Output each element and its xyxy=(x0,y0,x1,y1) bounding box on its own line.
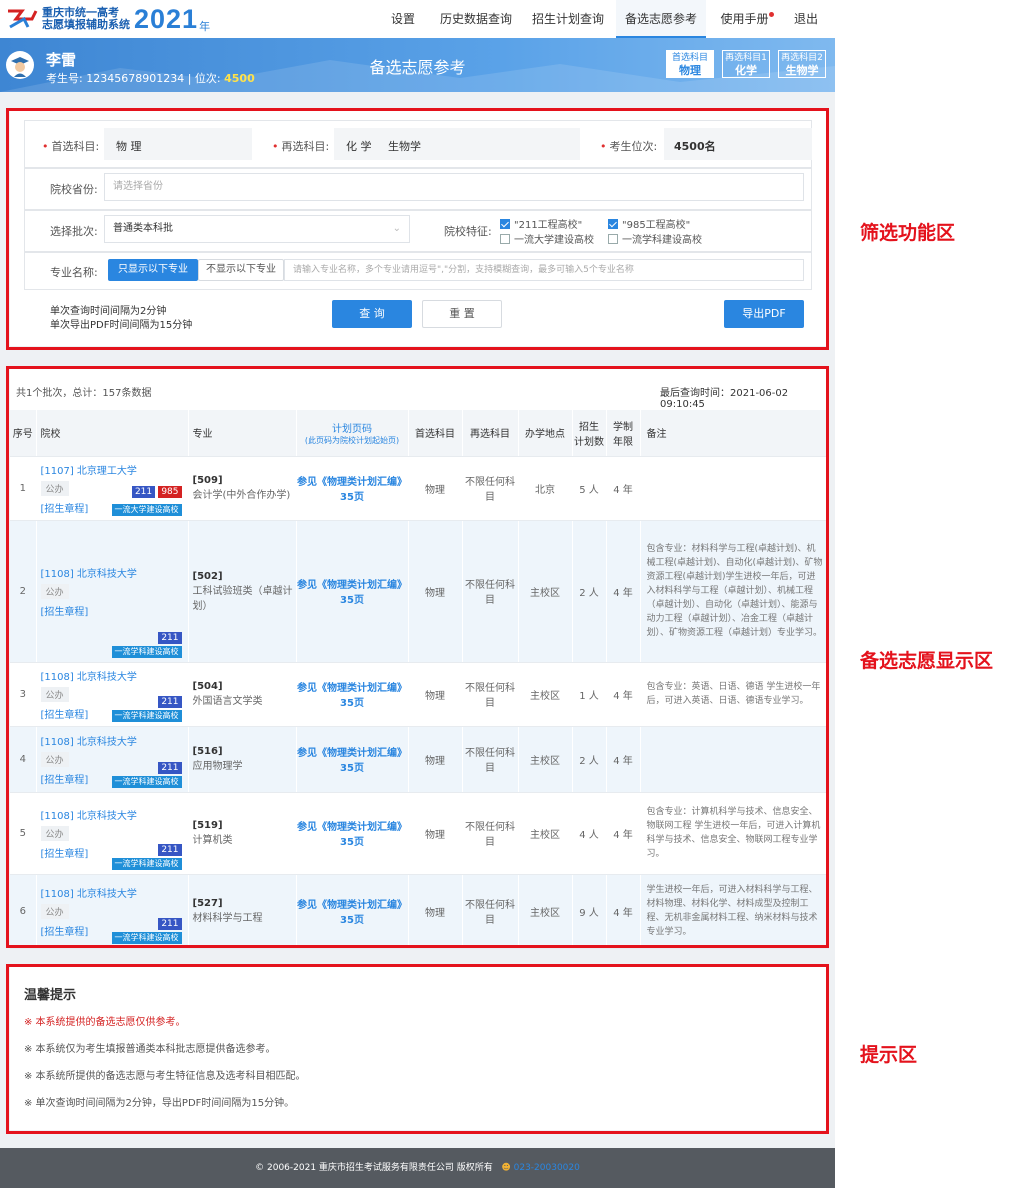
subject-box-value: 生物学 xyxy=(785,64,819,77)
logo-year-suffix: 年 xyxy=(199,20,211,33)
subject-box-first: 首选科目 物理 xyxy=(666,50,714,78)
nav-logout[interactable]: 退出 xyxy=(788,0,824,38)
top-nav-bar: 重庆市统一高考 志愿填报辅助系统 2021 年 设置 历史数据查询 招生计划查询 … xyxy=(0,0,835,38)
subject-box-title: 首选科目 xyxy=(671,53,708,63)
copyright: © 2006-2021 重庆市招生考试服务有限责任公司 版权所有 xyxy=(255,1163,493,1173)
system-logo[interactable]: 重庆市统一高考 志愿填报辅助系统 2021 年 xyxy=(6,4,210,34)
annotation-tips: 提示区 xyxy=(860,1044,918,1066)
subject-box-second2: 再选科目2 生物学 xyxy=(778,50,826,78)
footer: © 2006-2021 重庆市招生考试服务有限责任公司 版权所有 ☻ 023-2… xyxy=(0,1148,835,1188)
nav-reference[interactable]: 备选志愿参考 xyxy=(616,0,706,38)
nav-manual-label: 使用手册 xyxy=(720,12,769,26)
subject-box-value: 化学 xyxy=(735,64,757,77)
display-area-highlight xyxy=(6,366,829,948)
filter-area-highlight xyxy=(6,108,829,350)
subject-box-value: 物理 xyxy=(679,64,701,77)
nav-manual[interactable]: 使用手册 xyxy=(716,0,778,38)
notification-dot xyxy=(768,12,774,17)
support-phone[interactable]: 023-20030020 xyxy=(514,1163,580,1173)
support-icon: ☻ xyxy=(501,1163,511,1173)
subject-box-title: 再选科目1 xyxy=(725,53,767,63)
tips-area-highlight xyxy=(6,964,829,1134)
user-header: 李雷 考生号: 12345678901234 | 位次: 4500 备选志愿参考… xyxy=(0,38,835,92)
nav-history-query[interactable]: 历史数据查询 xyxy=(436,0,516,38)
nav-plan-query[interactable]: 招生计划查询 xyxy=(528,0,608,38)
annotation-filter: 筛选功能区 xyxy=(860,222,956,244)
logo-line2: 志愿填报辅助系统 xyxy=(42,18,130,31)
logo-icon xyxy=(8,9,38,29)
subject-box-title: 再选科目2 xyxy=(781,53,823,63)
logo-year: 2021 xyxy=(134,3,199,34)
annotation-display: 备选志愿显示区 xyxy=(860,650,994,672)
subject-box-second1: 再选科目1 化学 xyxy=(722,50,770,78)
nav-settings[interactable]: 设置 xyxy=(380,0,426,38)
